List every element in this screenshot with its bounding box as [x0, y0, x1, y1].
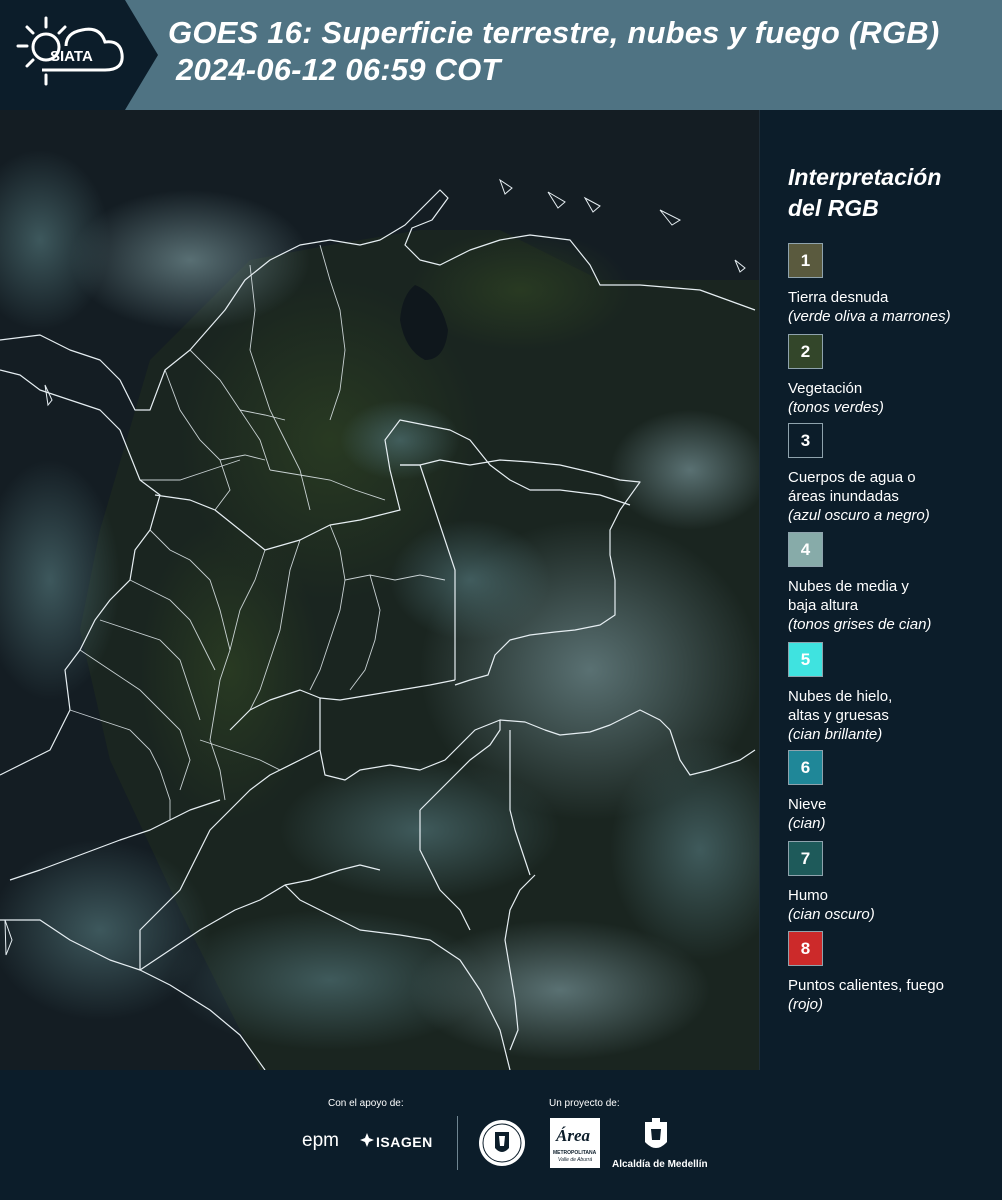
- legend-swatch-5: 5: [788, 642, 823, 677]
- title-line-2: 2024-06-12 06:59 COT: [176, 52, 501, 87]
- legend-item-nubes-hielo: 5 Nubes de hielo, altas y gruesas (cian …: [788, 642, 998, 744]
- footer-divider: [457, 1116, 458, 1170]
- siata-logo-text: SIATA: [50, 48, 93, 65]
- legend-item-nieve: 6 Nieve (cian): [788, 750, 998, 833]
- legend-item-humo: 7 Humo (cian oscuro): [788, 841, 998, 924]
- isagen-logo-mark: [360, 1133, 374, 1147]
- project-label: Un proyecto de:: [549, 1098, 620, 1109]
- title-line-1: GOES 16: Superficie terrestre, nubes y f…: [168, 15, 940, 50]
- header-bar: SIATA GOES 16: Superficie terrestre, nub…: [0, 0, 1002, 110]
- legend-swatch-2: 2: [788, 334, 823, 369]
- legend-item-tierra-desnuda: 1 Tierra desnuda (verde oliva a marrones…: [788, 243, 998, 326]
- support-label: Con el apoyo de:: [328, 1098, 404, 1109]
- page-title: GOES 16: Superficie terrestre, nubes y f…: [168, 14, 939, 88]
- alcaldia-logo: Alcaldía de Medellín: [612, 1159, 708, 1170]
- legend-item-puntos-calientes: 8 Puntos calientes, fuego (rojo): [788, 931, 998, 1014]
- area-metropolitana-logo: Área METROPOLITANA Valle de Aburrá: [550, 1118, 600, 1168]
- satellite-map-image: [0, 110, 760, 1070]
- legend-item-vegetacion: 2 Vegetación (tonos verdes): [788, 334, 998, 417]
- isagen-logo: ISAGEN: [376, 1134, 433, 1150]
- legend-swatch-7: 7: [788, 841, 823, 876]
- siata-logo: SIATA: [0, 0, 160, 110]
- legend-swatch-6: 6: [788, 750, 823, 785]
- legend-title: Interpretación del RGB: [788, 164, 942, 221]
- legend-item-nubes-media-baja: 4 Nubes de media y baja altura (tonos gr…: [788, 532, 998, 634]
- legend-swatch-4: 4: [788, 532, 823, 567]
- medellin-seal-logo: [477, 1118, 527, 1168]
- legend-swatch-1: 1: [788, 243, 823, 278]
- legend-swatch-3: 3: [788, 423, 823, 458]
- legend-swatch-8: 8: [788, 931, 823, 966]
- legend-item-cuerpos-de-agua: 3 Cuerpos de agua o áreas inundadas (azu…: [788, 423, 998, 525]
- rgb-legend-panel: Interpretación del RGB 1 Tierra desnuda …: [760, 110, 1002, 1070]
- sponsors-footer: Con el apoyo de: Un proyecto de: epm ISA…: [0, 1070, 1002, 1200]
- epm-logo: epm: [302, 1130, 339, 1151]
- alcaldia-shield-logo: [642, 1118, 670, 1156]
